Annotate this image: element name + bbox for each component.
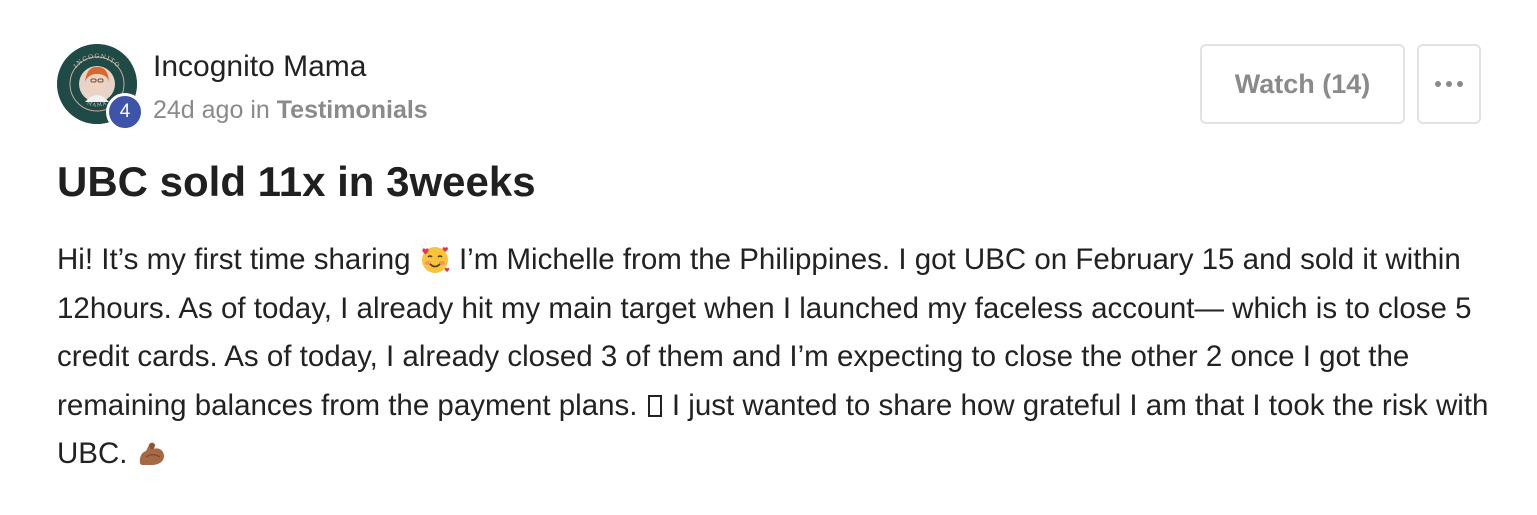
flexed-biceps-emoji-icon xyxy=(136,436,168,468)
post-meta: 24d ago in Testimonials xyxy=(153,96,428,125)
author-name[interactable]: Incognito Mama xyxy=(153,50,366,84)
post-body-text: Hi! It’s my first time sharing xyxy=(57,243,411,276)
meta-in-word: in xyxy=(250,96,270,124)
ellipsis-icon xyxy=(1433,81,1466,87)
post-card: INCOGNITO MAMA 4 Incognito Mama 24d ago … xyxy=(0,0,1537,515)
category-link[interactable]: Testimonials xyxy=(277,96,428,124)
author-avatar[interactable]: INCOGNITO MAMA 4 xyxy=(57,44,144,131)
post-time[interactable]: 24d ago xyxy=(153,96,243,124)
missing-glyph-box-icon xyxy=(647,394,662,417)
watch-button[interactable]: Watch (14) xyxy=(1200,44,1405,124)
post-body: Hi! It’s my first time sharing I’m Miche… xyxy=(57,236,1497,479)
more-options-button[interactable] xyxy=(1417,44,1481,124)
smiling-face-with-hearts-emoji-icon xyxy=(419,242,451,274)
post-title: UBC sold 11x in 3weeks xyxy=(57,158,536,205)
level-badge: 4 xyxy=(106,93,144,131)
